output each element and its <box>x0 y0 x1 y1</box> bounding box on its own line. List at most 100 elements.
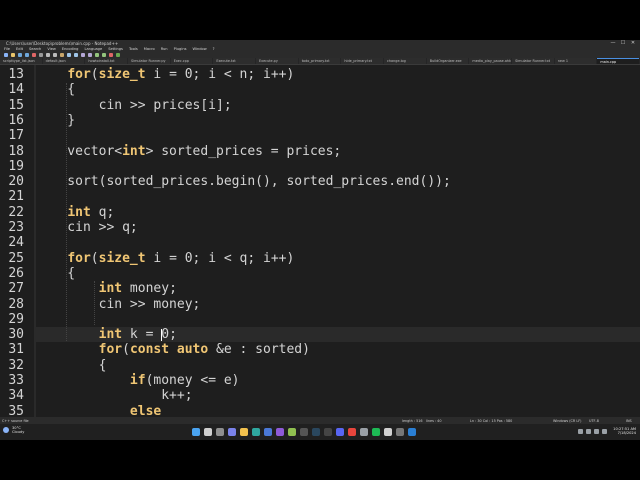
obs-icon[interactable] <box>324 428 332 436</box>
close-button[interactable]: ✕ <box>628 40 638 47</box>
code-line[interactable]: for(size_t i = 0; i < n; i++) <box>36 67 636 82</box>
tab[interactable]: howtoinstall.txt <box>85 58 128 64</box>
open-file-icon[interactable] <box>11 53 15 57</box>
tab[interactable]: Simulator Runner.txt <box>512 58 554 64</box>
maximize-button[interactable]: ☐ <box>618 40 628 47</box>
wifi-icon[interactable] <box>586 428 592 434</box>
line-number: 31 <box>8 342 24 358</box>
code-line[interactable]: cin >> money; <box>36 297 636 312</box>
new-file-icon[interactable] <box>4 53 8 57</box>
code-line[interactable] <box>36 235 636 250</box>
notepadpp-icon[interactable] <box>288 428 296 436</box>
status-mode[interactable]: INS <box>626 419 632 423</box>
windows-start-icon[interactable] <box>192 428 200 436</box>
chevron-up-icon[interactable] <box>578 428 584 434</box>
code-line[interactable]: k++; <box>36 388 636 403</box>
cut-icon[interactable] <box>46 53 50 57</box>
code-line[interactable] <box>36 189 636 204</box>
tab[interactable]: BuildOrganizer.exe <box>426 58 469 64</box>
code-line[interactable]: cin >> q; <box>36 220 636 235</box>
code-line[interactable]: int money; <box>36 281 636 296</box>
tab-active[interactable]: main.cpp <box>597 58 640 64</box>
calculator-icon[interactable] <box>396 428 404 436</box>
status-language: C++ source file <box>2 418 29 423</box>
code-line[interactable]: int k = 0; <box>36 327 636 342</box>
taskbar-apps <box>192 427 420 437</box>
redo-icon[interactable] <box>74 53 78 57</box>
tab[interactable]: Execute.py <box>256 58 298 64</box>
line-number: 24 <box>8 235 24 251</box>
store-icon[interactable] <box>264 428 272 436</box>
discord-icon[interactable] <box>336 428 344 436</box>
minimize-button[interactable]: — <box>608 40 618 47</box>
macro-record-icon[interactable] <box>109 53 113 57</box>
line-number: 20 <box>8 174 24 190</box>
tab[interactable]: default.json <box>42 58 85 64</box>
teams-icon[interactable] <box>228 428 236 436</box>
macro-play-icon[interactable] <box>116 53 120 57</box>
status-encoding[interactable]: UTF-8 <box>589 419 599 423</box>
vscode-icon[interactable] <box>408 428 416 436</box>
tab[interactable]: todo_primary.txt <box>298 58 341 64</box>
code-line[interactable]: if(money <= e) <box>36 373 636 388</box>
volume-icon[interactable] <box>594 428 600 434</box>
tab[interactable]: change.log <box>384 58 426 64</box>
clock[interactable]: 10:27:51 AM 7/18/2024 <box>613 427 636 435</box>
save-icon[interactable] <box>18 53 22 57</box>
code-line[interactable]: } <box>36 113 636 128</box>
code-line[interactable] <box>36 159 636 174</box>
tab[interactable]: scripttype_list.json <box>0 58 42 64</box>
zoom-in-icon[interactable] <box>95 53 99 57</box>
code-editor[interactable]: 13 14 15 16 17 18 19 20 21 22 23 24 25 26 27 28 29 30 31 32… <box>0 65 640 432</box>
line-number: 27 <box>8 281 24 297</box>
code-line[interactable]: cin >> prices[i]; <box>36 98 636 113</box>
code-line[interactable]: for(const auto &e : sorted) <box>36 342 636 357</box>
code-line[interactable]: { <box>36 358 636 373</box>
tab[interactable]: Execute.txt <box>213 58 256 64</box>
line-number: 34 <box>8 388 24 404</box>
spotify-icon[interactable] <box>372 428 380 436</box>
code-line[interactable] <box>36 312 636 327</box>
settings-icon[interactable] <box>360 428 368 436</box>
code-line[interactable] <box>36 128 636 143</box>
print-icon[interactable] <box>39 53 43 57</box>
replace-icon[interactable] <box>88 53 92 57</box>
line-number: 13 <box>8 67 24 82</box>
code-line[interactable]: { <box>36 82 636 97</box>
system-tray: 10:27:51 AM 7/18/2024 <box>575 427 636 435</box>
code-line[interactable]: int q; <box>36 205 636 220</box>
undo-icon[interactable] <box>67 53 71 57</box>
copy-icon[interactable] <box>53 53 57 57</box>
close-file-icon[interactable] <box>32 53 36 57</box>
find-icon[interactable] <box>81 53 85 57</box>
save-all-icon[interactable] <box>25 53 29 57</box>
tab[interactable]: Exec.cpp <box>170 58 213 64</box>
task-view-icon[interactable] <box>216 428 224 436</box>
edge-icon[interactable] <box>252 428 260 436</box>
visual-studio-icon[interactable] <box>276 428 284 436</box>
tab[interactable]: new 1 <box>554 58 597 64</box>
paste-icon[interactable] <box>60 53 64 57</box>
chrome-icon[interactable] <box>348 428 356 436</box>
status-length: length : 516 <box>402 418 423 423</box>
tab[interactable]: media_play_pause.ahk <box>469 58 512 64</box>
indent-guide <box>66 83 67 341</box>
zoom-out-icon[interactable] <box>102 53 106 57</box>
code-line[interactable]: for(size_t i = 0; i < q; i++) <box>36 251 636 266</box>
photos-icon[interactable] <box>384 428 392 436</box>
line-number: 16 <box>8 112 24 128</box>
tab[interactable]: Simulator Runner.py <box>128 58 170 64</box>
code-line[interactable]: sort(sorted_prices.begin(), sorted_price… <box>36 174 636 189</box>
steam-icon[interactable] <box>312 428 320 436</box>
tab[interactable]: hide_primary.txt <box>341 58 384 64</box>
status-eol[interactable]: Windows (CR LF) <box>553 419 582 423</box>
status-bar: C++ source file length : 516 lines : 40 … <box>0 417 640 424</box>
weather-widget[interactable]: 30°C Cloudy <box>3 426 24 434</box>
code-line[interactable]: vector<int> sorted_prices = prices; <box>36 144 636 159</box>
code-line[interactable]: { <box>36 266 636 281</box>
battery-icon[interactable] <box>602 428 608 434</box>
search-icon[interactable] <box>204 428 212 436</box>
line-number: 22 <box>8 204 24 220</box>
terminal-icon[interactable] <box>300 428 308 436</box>
file-explorer-icon[interactable] <box>240 428 248 436</box>
